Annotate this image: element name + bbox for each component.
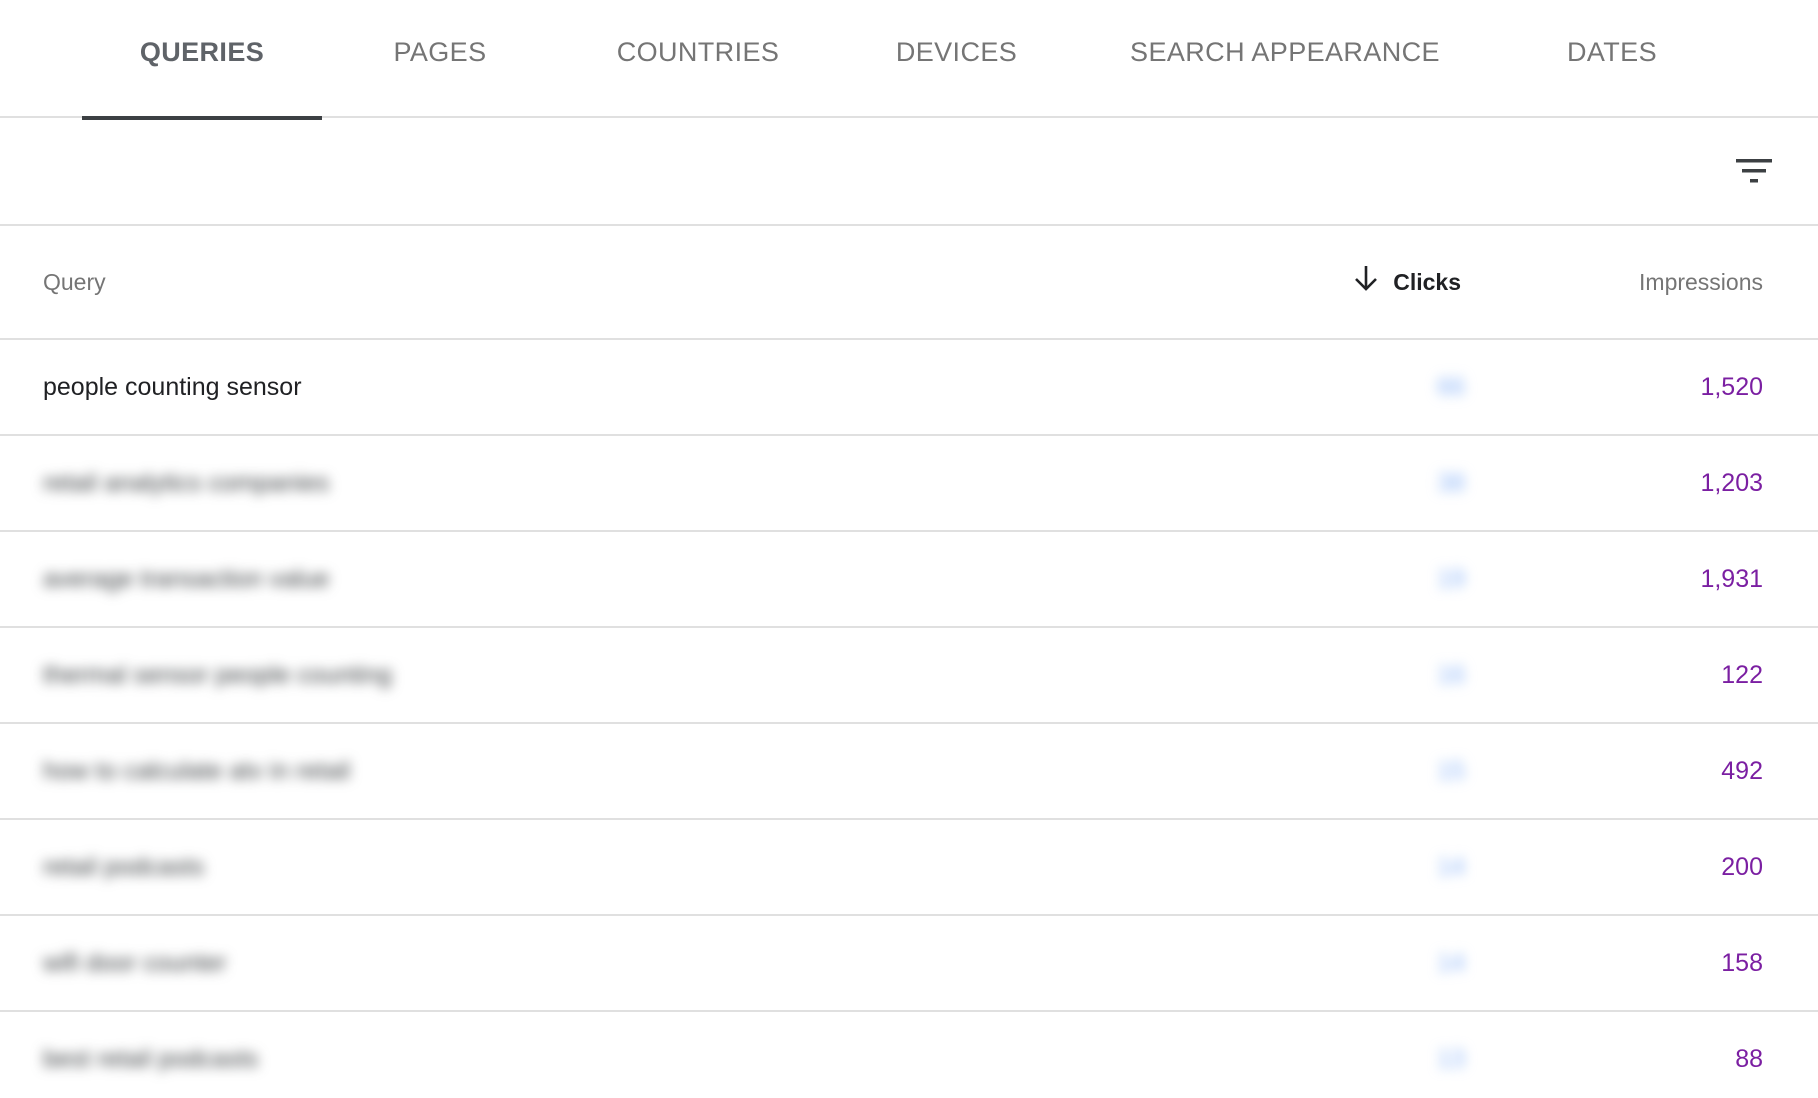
arrow-down-icon xyxy=(1355,266,1378,291)
query-cell: average transaction value xyxy=(43,564,330,593)
clicks-cell: 16 xyxy=(1437,660,1465,689)
query-cell: best retail podcasts xyxy=(43,1044,259,1073)
query-cell: thermal sensor people counting xyxy=(43,660,392,689)
filter-list-icon xyxy=(1736,159,1772,183)
clicks-cell: 13 xyxy=(1437,1044,1465,1073)
query-cell: wifi door counter xyxy=(43,948,227,977)
table-row[interactable]: retail podcasts 14 200 xyxy=(0,820,1818,916)
query-cell: retail analytics companies xyxy=(43,468,330,497)
impressions-cell: 1,931 xyxy=(1700,564,1763,593)
clicks-cell: 66 xyxy=(1437,372,1465,401)
report-tabs: QUERIES PAGES COUNTRIES DEVICES SEARCH A… xyxy=(0,0,1818,120)
column-header-clicks-label: Clicks xyxy=(1393,268,1461,295)
impressions-cell: 1,203 xyxy=(1700,468,1763,497)
column-header-impressions[interactable]: Impressions xyxy=(1639,226,1763,338)
filter-button[interactable] xyxy=(1730,148,1778,196)
query-cell: how to calculate atv in retail xyxy=(43,756,351,785)
tab-queries[interactable]: QUERIES xyxy=(82,0,322,120)
table-row[interactable]: people counting sensor 66 1,520 xyxy=(0,340,1818,436)
tab-pages[interactable]: PAGES xyxy=(355,0,525,118)
impressions-cell: 158 xyxy=(1721,948,1763,977)
tab-devices[interactable]: DEVICES xyxy=(858,0,1055,118)
column-header-query[interactable]: Query xyxy=(43,226,106,338)
column-header-clicks[interactable]: Clicks xyxy=(1353,226,1461,338)
clicks-cell: 19 xyxy=(1437,564,1465,593)
table-row[interactable]: thermal sensor people counting 16 122 xyxy=(0,628,1818,724)
table-row[interactable]: best retail podcasts 13 88 xyxy=(0,1012,1818,1098)
clicks-cell: 14 xyxy=(1437,852,1465,881)
impressions-cell: 200 xyxy=(1721,852,1763,881)
table-row[interactable]: retail analytics companies 38 1,203 xyxy=(0,436,1818,532)
impressions-cell: 122 xyxy=(1721,660,1763,689)
clicks-cell: 38 xyxy=(1437,468,1465,497)
clicks-cell: 15 xyxy=(1437,756,1465,785)
table-row[interactable]: how to calculate atv in retail 15 492 xyxy=(0,724,1818,820)
table-row[interactable]: average transaction value 19 1,931 xyxy=(0,532,1818,628)
impressions-cell: 88 xyxy=(1735,1044,1763,1073)
tab-countries[interactable]: COUNTRIES xyxy=(596,0,800,118)
impressions-cell: 492 xyxy=(1721,756,1763,785)
clicks-cell: 14 xyxy=(1437,948,1465,977)
tab-dates[interactable]: DATES xyxy=(1520,0,1704,118)
query-cell: retail podcasts xyxy=(43,852,205,881)
table-body: people counting sensor 66 1,520 retail a… xyxy=(0,340,1818,1098)
table-header: Query Clicks Impressions xyxy=(0,226,1818,340)
table-row[interactable]: wifi door counter 14 158 xyxy=(0,916,1818,1012)
impressions-cell: 1,520 xyxy=(1700,372,1763,401)
table-toolbar xyxy=(0,118,1818,226)
tab-search-appearance[interactable]: SEARCH APPEARANCE xyxy=(1110,0,1460,118)
query-cell: people counting sensor xyxy=(43,372,302,401)
